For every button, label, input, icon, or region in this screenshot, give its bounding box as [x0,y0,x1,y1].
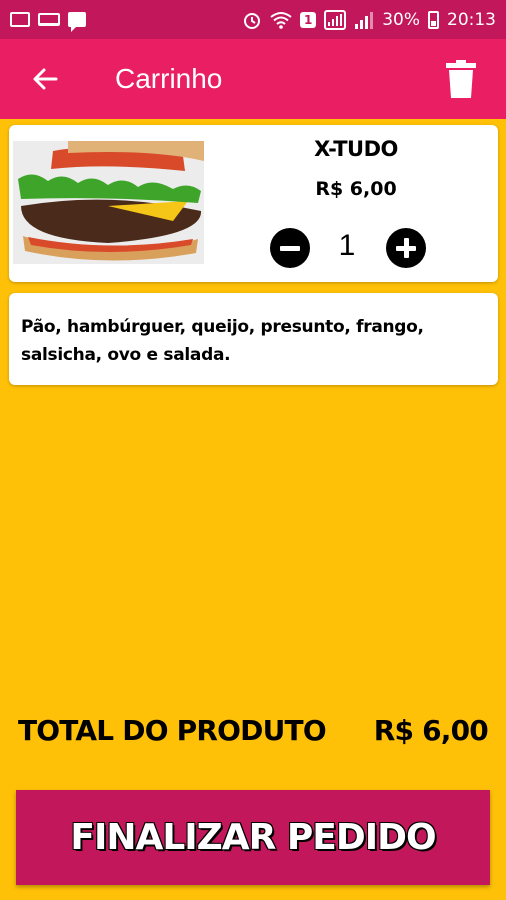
total-value: R$ 6,00 [373,714,489,747]
sim-icon [324,9,347,30]
clear-cart-button[interactable] [431,49,491,109]
finalize-order-button[interactable]: FINALIZAR PEDIDO [16,790,490,885]
notification-badge: 1 [300,11,317,28]
signal-icon [354,11,374,29]
description-card: Pão, hambúrguer, queijo, presunto, frang… [9,293,498,385]
app-bar: Carrinho [0,39,506,119]
back-button[interactable] [15,49,75,109]
product-description: Pão, hambúrguer, queijo, presunto, frang… [21,317,424,365]
increase-quantity-button[interactable] [386,228,426,268]
status-time: 20:13 [447,9,496,30]
product-price: R$ 6,00 [315,178,397,200]
wifi-icon [270,11,292,29]
product-card: X-TUDO R$ 6,00 1 [9,125,498,282]
status-right: 1 30% 20:13 [242,9,496,30]
gallery-icon [10,12,30,27]
trash-icon [446,60,476,98]
alarm-icon [244,12,261,29]
page-title: Carrinho [115,63,223,94]
laptop-icon [38,13,60,26]
decrease-quantity-button[interactable] [270,228,310,268]
chat-icon [68,12,86,32]
product-image [13,141,204,264]
product-name: X-TUDO [314,137,398,161]
finalize-order-label: FINALIZAR PEDIDO [70,817,436,858]
battery-percent: 30% [382,9,420,30]
total-label: TOTAL DO PRODUTO [18,714,327,747]
status-bar: 1 30% 20:13 [0,0,506,39]
battery-icon [428,10,439,29]
quantity-value: 1 [338,229,356,262]
status-left [10,12,86,32]
arrow-left-icon [33,68,58,90]
